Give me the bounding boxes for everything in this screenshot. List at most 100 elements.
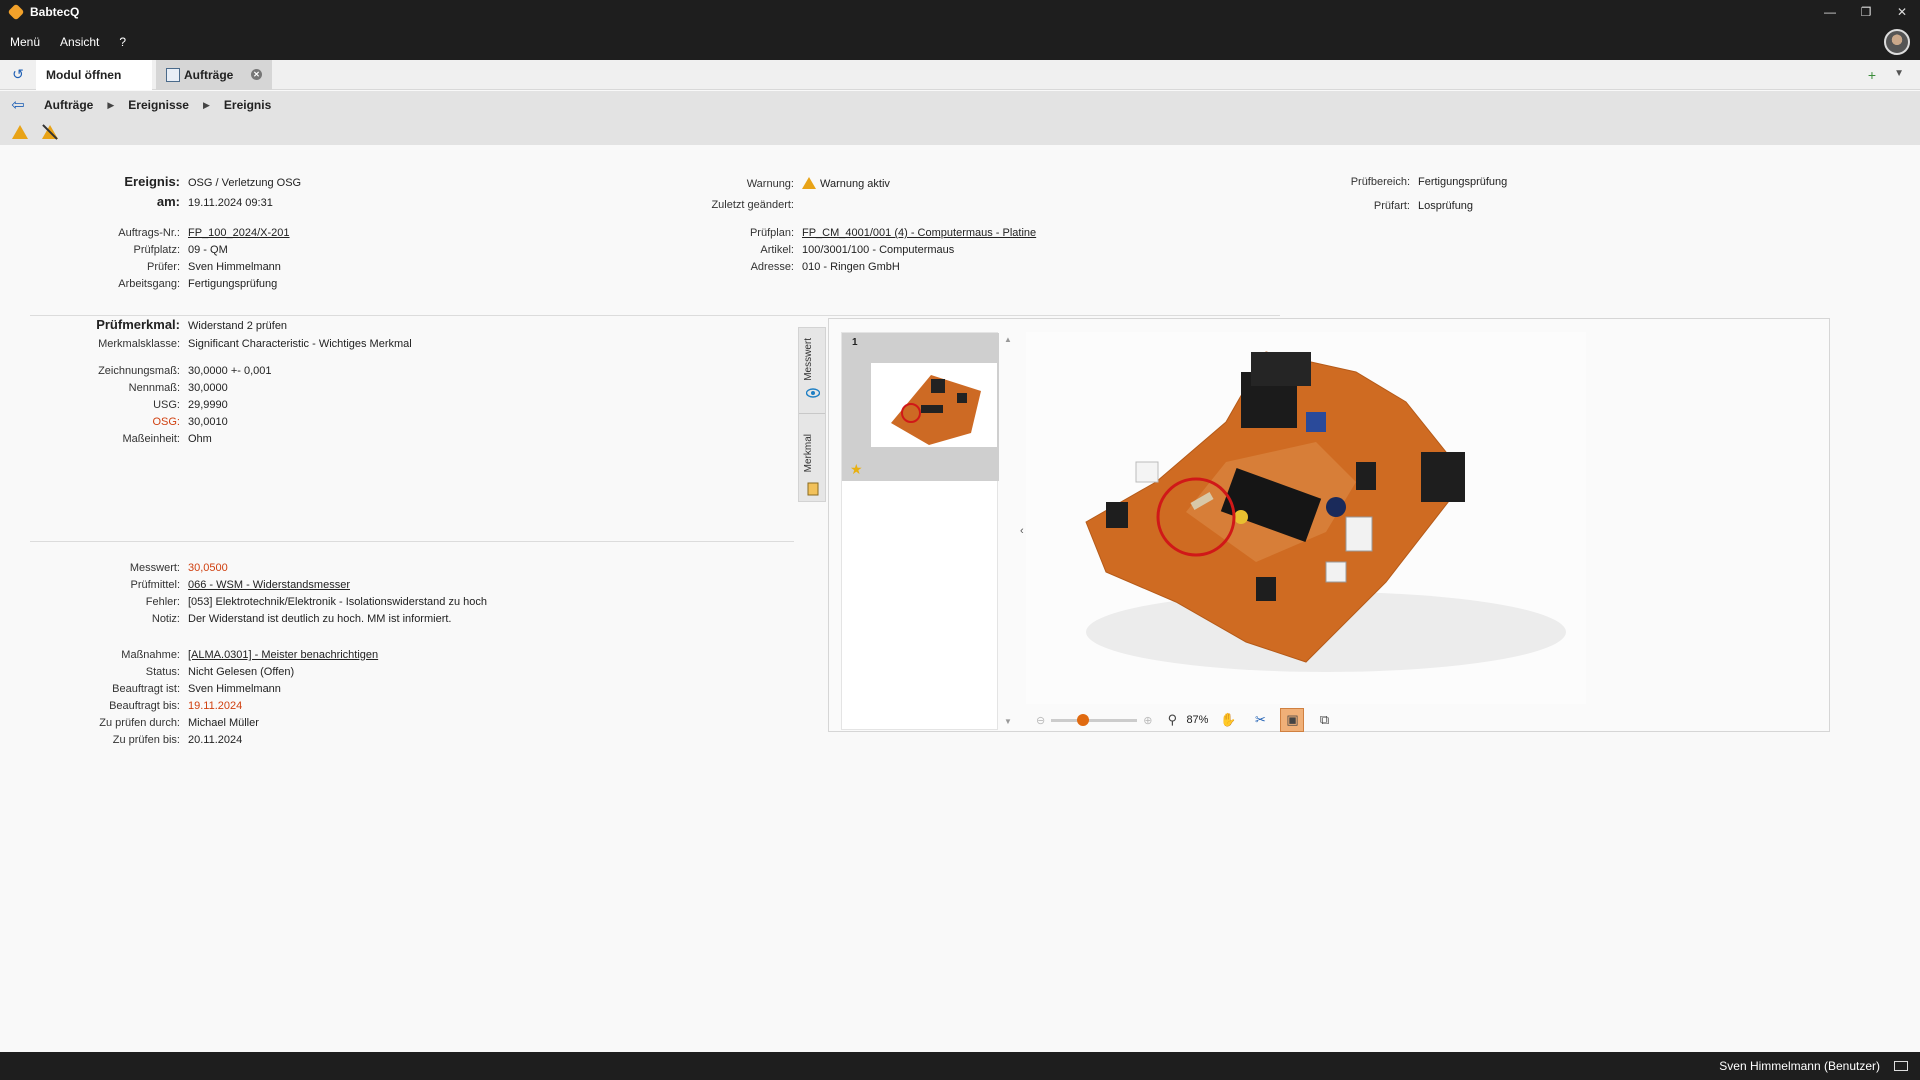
field-adresse: Adresse: 010 - Ringen GmbH (640, 260, 900, 274)
artikel-label: Artikel: (760, 244, 794, 256)
viewer-side-tabs: Messwert Merkmal (798, 327, 826, 502)
previous-image-icon[interactable]: ‹ (1020, 525, 1024, 537)
warnung-label: Warnung: (746, 178, 794, 190)
chevron-right-icon: ▶ (107, 99, 115, 110)
user-avatar[interactable] (1884, 29, 1910, 55)
beauftragt-label: Beauftragt ist: (112, 683, 180, 695)
image-view-icon[interactable]: ▣ (1280, 708, 1305, 732)
auftrag-label: Auftrags-Nr.: (118, 227, 180, 239)
pcb-image[interactable] (1026, 332, 1586, 704)
field-zu-pruefen-durch: Zu prüfen durch: Michael Müller (60, 716, 259, 730)
tab-modul-oeffnen-label: Modul öffnen (46, 67, 122, 82)
tab-modul-oeffnen[interactable]: Modul öffnen (36, 59, 152, 90)
thumbnail-image (871, 363, 997, 447)
menu-item-help[interactable]: ? (119, 35, 126, 49)
field-nennmass: Nennmaß: 30,0000 (60, 381, 228, 395)
zoom-percent: 87% (1186, 714, 1209, 726)
massnahme-link[interactable]: [ALMA.0301] - Meister benachrichtigen (188, 648, 378, 662)
pruefbereich-value: Fertigungsprüfung (1418, 176, 1508, 188)
title-bar: BabtecQ — ❐ ✕ (0, 0, 1920, 24)
pruefplan-label: Prüfplan: (749, 227, 794, 239)
pruefmerkmal-label: Prüfmerkmal: (96, 317, 180, 332)
tab-bar: ↺ Modul öffnen Aufträge ✕ + ▼ (0, 59, 1920, 90)
klasse-value: Significant Characteristic - Wichtiges M… (188, 338, 412, 350)
breadcrumb: ⇦ Aufträge ▶ Ereignisse ▶ Ereignis (0, 91, 1920, 119)
field-notiz: Notiz: Der Widerstand ist deutlich zu ho… (60, 612, 452, 626)
status-label: Status: (145, 666, 180, 678)
window-controls: — ❐ ✕ (1812, 0, 1920, 24)
menu-item-menu[interactable]: Menü (10, 35, 40, 49)
adresse-value: 010 - Ringen GmbH (802, 261, 900, 273)
thumbnail-panel: 1 ★ (841, 332, 999, 730)
add-tab-icon[interactable]: + (1868, 67, 1876, 83)
field-messwert: Messwert: 30,0500 (60, 561, 228, 575)
chevron-down-icon[interactable]: ▼ (1894, 68, 1904, 79)
field-beauftragt-bis: Beauftragt bis: 19.11.2024 (60, 699, 242, 713)
adresse-label: Adresse: (750, 261, 794, 273)
beauftragt-bis-label: Beauftragt bis: (109, 700, 180, 712)
breadcrumb-ereignisse[interactable]: Ereignisse (128, 98, 189, 112)
zoom-in-icon[interactable]: ⊕ (1143, 714, 1152, 727)
favorite-star-icon[interactable]: ★ (850, 461, 863, 478)
back-arrow-icon[interactable]: ⇦ (0, 95, 36, 115)
zoom-slider[interactable] (1051, 713, 1138, 726)
field-warnung: Warnung: Warnung aktiv (640, 177, 890, 191)
pruefmittel-link[interactable]: 066 - WSM - Widerstandsmesser (188, 578, 350, 592)
status-value: Nicht Gelesen (Offen) (188, 666, 295, 678)
nennmass-label: Nennmaß: (128, 382, 180, 394)
field-usg: USG: 29,9990 (60, 398, 228, 412)
field-fehler: Fehler: [053] Elektrotechnik/Elektronik … (60, 595, 487, 609)
pruefplan-link[interactable]: FP_CM_4001/001 (4) - Computermaus - Plat… (802, 226, 1036, 240)
export-image-icon[interactable]: ⧉ (1312, 708, 1336, 732)
field-pruefplatz: Prüfplatz: 09 - QM (60, 243, 228, 257)
field-auftrag: Auftrags-Nr.: FP_100_2024/X-201 (60, 226, 290, 240)
fehler-label: Fehler: (145, 596, 180, 608)
close-tab-icon[interactable]: ✕ (251, 69, 262, 80)
field-pruefer: Prüfer: Sven Himmelmann (60, 260, 281, 274)
zoom-out-icon[interactable]: ⊖ (1036, 714, 1045, 727)
field-prueftart: Prüfart: Losprüfung (1280, 199, 1473, 213)
pruefplatz-label: Prüfplatz: (133, 244, 180, 256)
artikel-value: 100/3001/100 - Computermaus (802, 244, 955, 256)
clear-warning-icon[interactable] (42, 125, 58, 139)
tab-messwert[interactable]: Messwert (803, 338, 814, 381)
field-status: Status: Nicht Gelesen (Offen) (60, 665, 294, 679)
thumbnail-item[interactable]: 1 ★ (842, 333, 999, 481)
auftrag-link[interactable]: FP_100_2024/X-201 (188, 226, 290, 240)
home-icon[interactable]: ↺ (0, 60, 36, 90)
hand-pan-icon[interactable]: ✋ (1216, 708, 1240, 732)
magnifier-icon[interactable]: ⚲ (1160, 708, 1184, 732)
zuletzt-label: Zuletzt geändert: (711, 199, 794, 211)
minimize-button[interactable]: — (1812, 0, 1848, 24)
beauftragt-value: Sven Himmelmann (188, 683, 281, 695)
divider (799, 413, 825, 414)
tab-merkmal[interactable]: Merkmal (803, 434, 814, 472)
mail-icon[interactable] (1894, 1061, 1908, 1071)
scroll-down-icon[interactable]: ▼ (1004, 717, 1012, 726)
menu-item-ansicht[interactable]: Ansicht (60, 35, 99, 49)
close-window-button[interactable]: ✕ (1884, 0, 1920, 24)
breadcrumb-auftraege[interactable]: Aufträge (44, 98, 93, 112)
warning-icon[interactable] (12, 125, 28, 139)
scroll-up-icon[interactable]: ▲ (1004, 335, 1012, 344)
zoom-slider-handle[interactable] (1077, 713, 1090, 726)
field-osg: OSG: 30,0010 (60, 415, 227, 429)
field-artikel: Artikel: 100/3001/100 - Computermaus (640, 243, 954, 257)
warning-icon (802, 177, 816, 189)
status-bar: Sven Himmelmann (Benutzer) (0, 1052, 1920, 1080)
field-zu-pruefen-bis: Zu prüfen bis: 20.11.2024 (60, 733, 243, 747)
breadcrumb-ereignis: Ereignis (223, 98, 272, 112)
tab-auftraege[interactable]: Aufträge ✕ (156, 59, 272, 90)
notiz-label: Notiz: (151, 613, 180, 625)
crop-tool-icon[interactable]: ✂ (1248, 708, 1272, 732)
prueftart-label: Prüfart: (1373, 200, 1410, 212)
einheit-label: Maßeinheit: (122, 433, 180, 445)
zu-pruefen-bis-label: Zu prüfen bis: (112, 734, 180, 746)
field-massnahme: Maßnahme: [ALMA.0301] - Meister benachri… (60, 648, 378, 662)
arbeitsgang-label: Arbeitsgang: (118, 278, 180, 290)
prueftart-value: Losprüfung (1418, 200, 1474, 212)
app-logo-icon (7, 3, 25, 21)
pruefmittel-label: Prüfmittel: (130, 579, 180, 591)
app-title: BabtecQ (30, 5, 80, 19)
restore-button[interactable]: ❐ (1848, 0, 1884, 24)
